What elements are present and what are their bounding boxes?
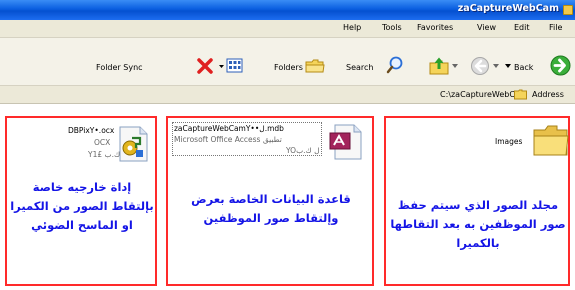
address-label: Address [532,90,564,99]
menu-favorites[interactable]: Favorites [417,23,453,32]
window-title: zaCaptureWebCam [457,3,559,14]
file-type-ocx: OCX [94,138,111,147]
ocx-file-icon[interactable] [116,126,150,164]
folder-icon[interactable] [533,124,569,160]
access-database-icon[interactable] [329,124,363,162]
address-bar: C:\zaCaptureWebCam Address [0,86,575,104]
up-folder-icon[interactable] [428,56,450,78]
caption-images: مجلد الصور الذي سيتم حفظ صور الموظفين به… [390,198,566,250]
file-size-mdb: YOل ك.ب [286,146,320,155]
window-folder-icon [563,5,573,15]
folder-sync-button[interactable]: Folder Sync [96,63,143,72]
menu-help[interactable]: Help [343,23,361,32]
back-dropdown-arrow-icon[interactable] [505,62,511,71]
menu-edit[interactable]: Edit [514,23,530,32]
search-button[interactable]: Search [346,63,373,72]
up-dropdown-arrow-icon[interactable] [452,62,458,71]
views-icon[interactable] [218,58,244,76]
file-name-ocx[interactable]: DBPixY•.ocx [68,126,114,135]
folders-icon [305,58,325,76]
title-bar: zaCaptureWebCam [0,0,575,20]
file-name-mdb[interactable]: zaCaptureWebCamY••ل.mdb [174,124,284,133]
back-icon[interactable] [550,55,571,78]
caption-mdb: قاعدة البيانات الخاصة بعرض وإلتقاط صور ا… [191,192,351,225]
delete-icon[interactable] [196,57,214,77]
address-folder-icon [514,89,527,102]
back-button[interactable]: Back [514,63,533,72]
file-name-images[interactable]: Images [495,137,522,146]
file-type-mdb: Microsoft Office Access تطبيق [174,135,282,144]
menu-tools[interactable]: Tools [382,23,402,32]
search-icon [386,56,404,76]
menu-view[interactable]: View [477,23,496,32]
menu-file[interactable]: File [549,23,562,32]
file-list-area: DBPixY•.ocx OCX Y1£ ك.ب إداة خارجيه خاصة… [0,104,575,290]
caption-ocx: إداة خارجيه خاصة بإلتقاط الصور من الكمير… [10,180,154,232]
forward-dropdown-arrow-icon[interactable] [493,62,499,71]
forward-icon[interactable] [470,56,490,78]
menu-bar: Help Tools Favorites View Edit File [0,20,575,38]
folders-button[interactable]: Folders [274,63,303,72]
toolbar: Folder Sync Folders Search Back [0,38,575,86]
